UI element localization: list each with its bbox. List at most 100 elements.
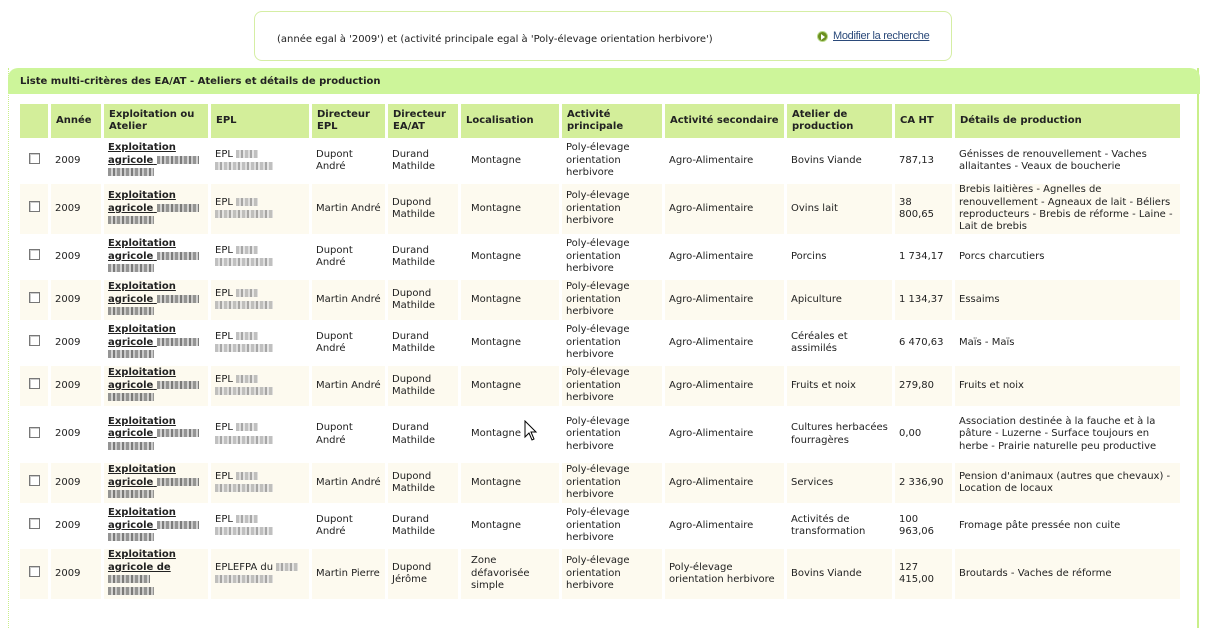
exploitation-link[interactable]: Exploitation agricole bbox=[108, 142, 199, 178]
redacted-text bbox=[156, 337, 199, 346]
exploitation-cell: Exploitation agricole de bbox=[104, 549, 208, 599]
col-atelier: Atelier de production bbox=[787, 104, 892, 138]
directeur-epl-cell: Martin André bbox=[312, 463, 385, 503]
atelier-cell: Activités de transformation bbox=[791, 513, 866, 537]
epl-cell: EPL bbox=[211, 463, 309, 503]
annee-cell: 2009 bbox=[55, 336, 81, 348]
redacted-text bbox=[215, 575, 273, 583]
details-cell: Essaims bbox=[955, 280, 1180, 320]
epl-cell: EPL bbox=[211, 503, 309, 549]
ca-ht-cell: 0,00 bbox=[899, 428, 922, 440]
details-cell: Brebis laitières - Agnelles de renouvell… bbox=[955, 184, 1180, 234]
activite-secondaire-cell: Poly-élevage orientation herbivore bbox=[665, 549, 784, 599]
directeur-epl-cell: Dupont André bbox=[316, 244, 353, 268]
table-row: 2009 Exploitation agricole EPL Martin And… bbox=[20, 184, 1180, 234]
table-row: 2009 Exploitation agricole EPL Dupont And… bbox=[20, 503, 1180, 549]
activite-secondaire-cell: Agro-Alimentaire bbox=[665, 463, 784, 503]
epl-cell: EPL bbox=[211, 138, 309, 184]
directeur-ea-cell: Durand Mathilde bbox=[392, 513, 436, 537]
directeur-ea-cell: Durand Mathilde bbox=[392, 422, 436, 446]
row-checkbox[interactable] bbox=[29, 426, 40, 438]
table-row: 2009 Exploitation agricole EPL Dupont And… bbox=[20, 234, 1180, 280]
row-checkbox[interactable] bbox=[29, 153, 40, 165]
redacted-text bbox=[215, 387, 273, 395]
exploitation-link[interactable]: Exploitation agricole bbox=[108, 281, 199, 317]
ca-ht-cell: 100 963,06 bbox=[899, 513, 934, 537]
row-checkbox[interactable] bbox=[29, 566, 40, 578]
exploitation-link[interactable]: Exploitation agricole bbox=[108, 190, 199, 226]
localisation-cell: Montagne bbox=[471, 336, 521, 348]
details-cell: Association destinée à la fauche et à la… bbox=[959, 415, 1157, 452]
row-checkbox[interactable] bbox=[29, 475, 40, 487]
redacted-text bbox=[215, 162, 273, 170]
exploitation-cell: Exploitation agricole bbox=[104, 184, 208, 234]
row-select-cell bbox=[20, 320, 48, 366]
redacted-text bbox=[215, 527, 273, 535]
activite-principale-cell: Poly-élevage orientation herbivore bbox=[562, 549, 662, 599]
epl-cell: EPL bbox=[211, 234, 309, 280]
directeur-epl-cell: Dupont André bbox=[316, 330, 353, 354]
details-cell: Fromage pâte pressée non cuite bbox=[959, 519, 1121, 531]
row-checkbox[interactable] bbox=[29, 378, 40, 390]
col-epl: EPL bbox=[211, 104, 309, 138]
atelier-cell: Ovins lait bbox=[787, 184, 892, 234]
search-criteria-box: (année egal à '2009') et (activité princ… bbox=[254, 11, 952, 61]
redacted-text bbox=[236, 471, 259, 480]
ca-ht-cell: 279,80 bbox=[895, 366, 952, 406]
search-criteria-text: (année egal à '2009') et (activité princ… bbox=[277, 34, 713, 45]
epl-cell: EPL bbox=[211, 320, 309, 366]
redacted-text bbox=[108, 307, 154, 316]
ca-ht-cell: 38 800,65 bbox=[895, 184, 952, 234]
exploitation-link[interactable]: Exploitation agricole bbox=[108, 238, 199, 274]
row-checkbox[interactable] bbox=[29, 335, 40, 347]
directeur-ea-cell: Dupond Mathilde bbox=[388, 184, 458, 234]
modify-search-link[interactable]: Modifier la recherche bbox=[817, 30, 930, 42]
redacted-text bbox=[236, 374, 259, 383]
atelier-cell: Cultures herbacées fourragères bbox=[791, 422, 888, 446]
atelier-cell: Services bbox=[787, 463, 892, 503]
col-ca-ht: CA HT bbox=[895, 104, 952, 138]
redacted-text bbox=[108, 490, 154, 499]
table-row: 2009 Exploitation agricole EPL Martin And… bbox=[20, 280, 1180, 320]
ca-ht-cell: 6 470,63 bbox=[899, 336, 944, 348]
ca-ht-cell: 2 336,90 bbox=[895, 463, 952, 503]
details-cell: Pension d'animaux (autres que chevaux) -… bbox=[955, 463, 1180, 503]
row-checkbox[interactable] bbox=[29, 292, 40, 304]
table-row: 2009 Exploitation agricole de EPLEFPA du … bbox=[20, 549, 1180, 599]
exploitation-link[interactable]: Exploitation agricole de bbox=[108, 549, 176, 597]
exploitation-link[interactable]: Exploitation agricole bbox=[108, 367, 199, 403]
epl-cell: EPL bbox=[211, 280, 309, 320]
ca-ht-cell: 127 415,00 bbox=[895, 549, 952, 599]
redacted-text bbox=[276, 562, 299, 571]
modify-search-label[interactable]: Modifier la recherche bbox=[833, 30, 930, 42]
col-activite-secondaire: Activité secondaire bbox=[665, 104, 784, 138]
activite-secondaire-cell: Agro-Alimentaire bbox=[669, 519, 754, 531]
details-cell: Broutards - Vaches de réforme bbox=[955, 549, 1180, 599]
results-table: Année Exploitation ou Atelier EPL Direct… bbox=[17, 104, 1183, 599]
row-select-cell bbox=[20, 503, 48, 549]
ca-ht-cell: 1 134,37 bbox=[895, 280, 952, 320]
row-select-cell bbox=[20, 234, 48, 280]
exploitation-link[interactable]: Exploitation agricole bbox=[108, 324, 199, 360]
atelier-cell: Bovins Viande bbox=[787, 549, 892, 599]
activite-principale-cell: Poly-élevage orientation herbivore bbox=[566, 324, 630, 361]
directeur-epl-cell: Martin André bbox=[312, 280, 385, 320]
epl-cell: EPL bbox=[211, 366, 309, 406]
activite-secondaire-cell: Agro-Alimentaire bbox=[669, 428, 754, 440]
row-checkbox[interactable] bbox=[29, 518, 40, 530]
redacted-text bbox=[156, 520, 199, 529]
directeur-ea-cell: Dupond Jérôme bbox=[388, 549, 458, 599]
exploitation-link[interactable]: Exploitation agricole bbox=[108, 416, 199, 452]
exploitation-link[interactable]: Exploitation agricole bbox=[108, 464, 199, 500]
row-select-cell bbox=[20, 406, 48, 463]
exploitation-cell: Exploitation agricole bbox=[104, 406, 208, 463]
localisation-cell: Montagne bbox=[461, 366, 559, 406]
exploitation-link[interactable]: Exploitation agricole bbox=[108, 507, 199, 543]
col-directeur-ea: Directeur EA/AT bbox=[388, 104, 458, 138]
row-checkbox[interactable] bbox=[29, 249, 40, 261]
redacted-text bbox=[108, 264, 154, 273]
directeur-epl-cell: Martin André bbox=[312, 366, 385, 406]
redacted-text bbox=[156, 380, 199, 389]
row-checkbox[interactable] bbox=[29, 201, 40, 213]
table-header-row: Année Exploitation ou Atelier EPL Direct… bbox=[20, 104, 1180, 138]
